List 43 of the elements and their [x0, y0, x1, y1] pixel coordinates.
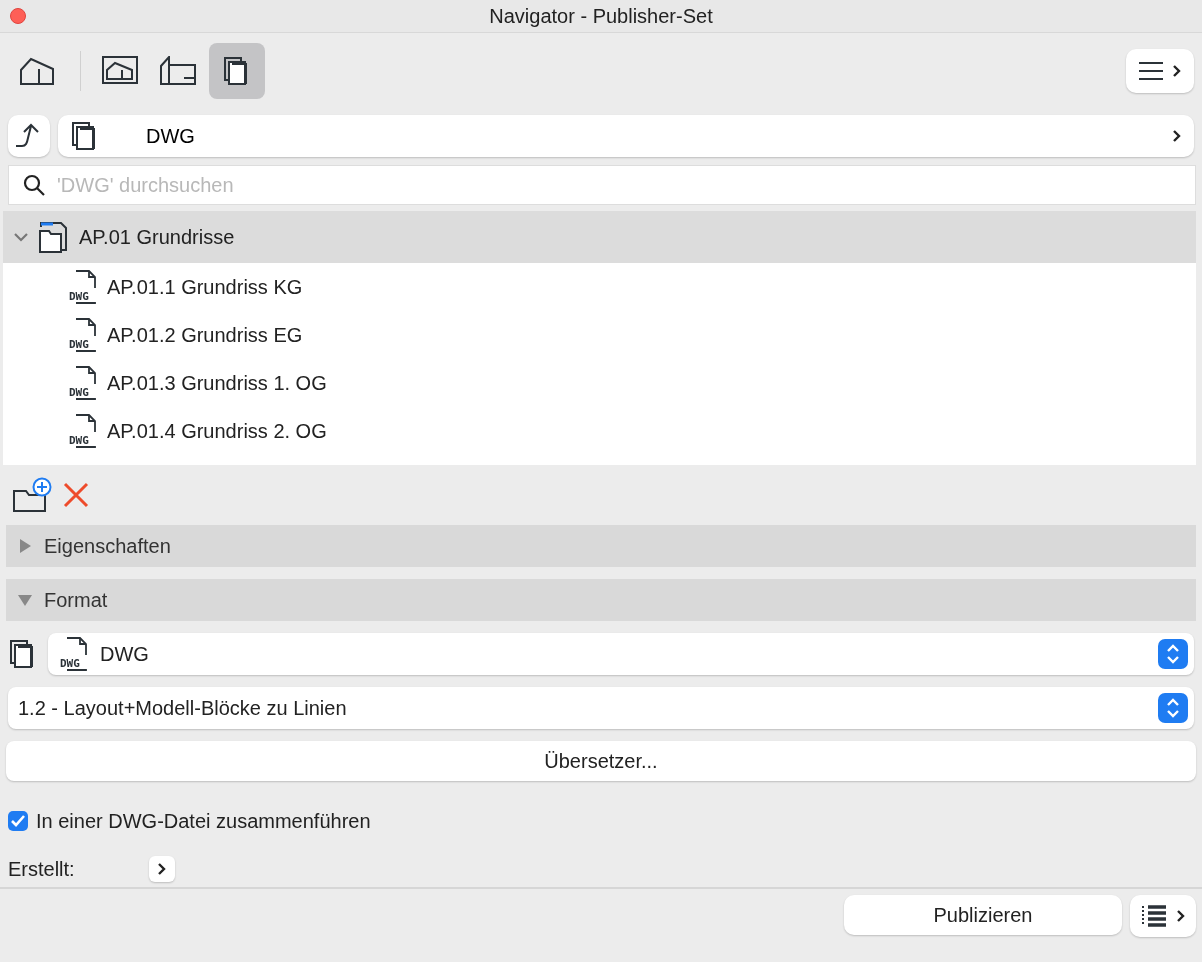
- checkbox-label: In einer DWG-Datei zusammenführen: [36, 809, 371, 833]
- up-down-arrows-icon: [1166, 698, 1180, 718]
- chevron-right-icon: [1176, 909, 1186, 923]
- chevron-right-icon: [1172, 129, 1182, 143]
- stepper-button[interactable]: [1158, 639, 1188, 669]
- view-tab[interactable]: [209, 43, 265, 99]
- section-header[interactable]: Format: [6, 579, 1196, 621]
- tree-folder-label: AP.01 Grundrisse: [79, 225, 235, 249]
- menu-icon: [1138, 61, 1164, 81]
- framed-house-icon: [102, 56, 140, 86]
- tree-item[interactable]: DWG AP.01.2 Grundriss EG: [3, 311, 1196, 359]
- chevron-down-icon[interactable]: [13, 231, 29, 243]
- list-icon: [1140, 904, 1168, 928]
- close-button[interactable]: [10, 8, 26, 24]
- delete-icon[interactable]: [62, 481, 90, 509]
- publish-button[interactable]: Publizieren: [844, 895, 1122, 935]
- new-folder-icon[interactable]: [12, 477, 54, 513]
- section-header[interactable]: Eigenschaften: [6, 525, 1196, 567]
- house-icon: [19, 56, 57, 86]
- chevron-right-icon: [156, 862, 167, 876]
- triangle-right-icon: [18, 539, 32, 553]
- expand-button[interactable]: [148, 856, 175, 882]
- window-title: Navigator - Publisher-Set: [489, 4, 713, 28]
- tree-item[interactable]: DWG AP.01.3 Grundriss 1. OG: [3, 359, 1196, 407]
- tree-folder-row[interactable]: AP.01 Grundrisse: [3, 211, 1196, 263]
- up-down-arrows-icon: [1166, 644, 1180, 664]
- translator-button[interactable]: Übersetzer...: [6, 741, 1196, 781]
- path-button[interactable]: DWG: [58, 115, 1194, 157]
- stepper-button[interactable]: [1158, 693, 1188, 723]
- up-button[interactable]: [8, 115, 50, 157]
- tree-item[interactable]: DWG AP.01.4 Grundriss 2. OG: [3, 407, 1196, 455]
- search-field[interactable]: 'DWG' durchsuchen: [8, 165, 1196, 205]
- chevron-right-icon: [1172, 64, 1182, 78]
- sheet-icon: [160, 56, 198, 86]
- list-options-button[interactable]: [1130, 895, 1196, 937]
- created-label: Erstellt:: [8, 857, 75, 881]
- translator-dropdown[interactable]: 1.2 - Layout+Modell-Blöcke zu Linien: [8, 687, 1194, 729]
- triangle-down-icon: [18, 593, 32, 607]
- checkmark-icon: [10, 813, 26, 829]
- format-dropdown[interactable]: DWG DWG: [48, 633, 1194, 675]
- checkbox[interactable]: [8, 811, 28, 831]
- menu-button[interactable]: [1126, 49, 1194, 93]
- tree-item[interactable]: DWG AP.01.1 Grundriss KG: [3, 263, 1196, 311]
